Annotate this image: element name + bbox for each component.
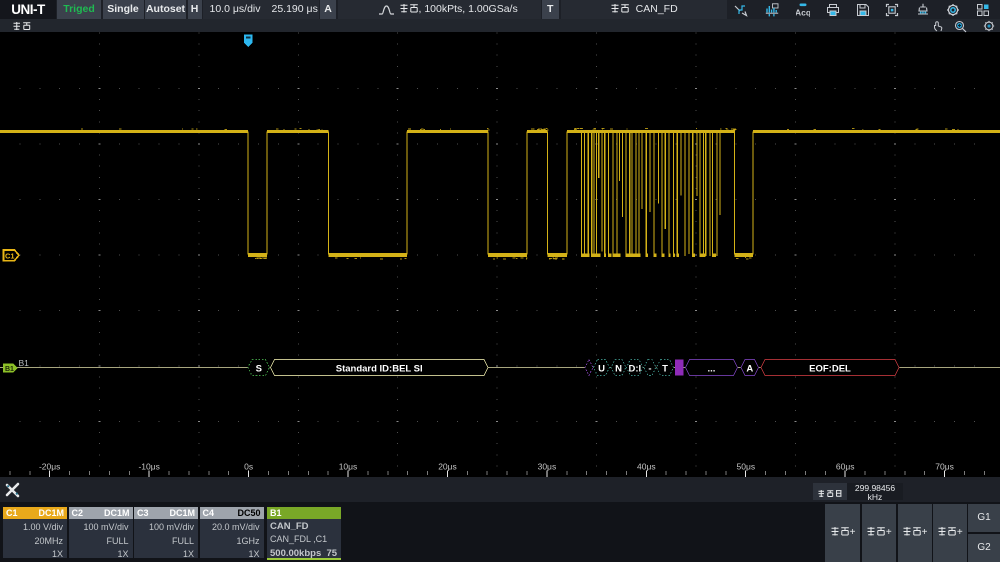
- svg-text:60μs: 60μs: [836, 462, 855, 472]
- svg-text:-: -: [648, 363, 651, 374]
- svg-text:30μs: 30μs: [538, 462, 557, 472]
- svg-text:B1: B1: [5, 366, 14, 373]
- svg-text:T: T: [662, 363, 668, 374]
- svg-text:EOF:DEL: EOF:DEL: [809, 363, 851, 374]
- svg-text:-20μs: -20μs: [39, 462, 60, 472]
- svg-text:N: N: [615, 363, 622, 374]
- svg-text:D:I: D:I: [628, 363, 641, 374]
- svg-text:0s: 0s: [244, 462, 253, 472]
- svg-text:S: S: [256, 363, 262, 374]
- svg-text:Standard ID:BEL SI: Standard ID:BEL SI: [336, 363, 423, 374]
- svg-text:A: A: [746, 363, 753, 374]
- svg-text:10μs: 10μs: [339, 462, 358, 472]
- svg-text:...: ...: [708, 363, 716, 374]
- svg-text:50μs: 50μs: [736, 462, 755, 472]
- svg-text:B1: B1: [19, 358, 30, 368]
- svg-text:C1: C1: [5, 251, 15, 260]
- svg-text:-10μs: -10μs: [138, 462, 159, 472]
- svg-text:Acq: Acq: [796, 8, 810, 18]
- svg-text:70μs: 70μs: [935, 462, 954, 472]
- svg-text:40μs: 40μs: [637, 462, 656, 472]
- svg-text:20μs: 20μs: [438, 462, 457, 472]
- svg-text:U: U: [598, 363, 605, 374]
